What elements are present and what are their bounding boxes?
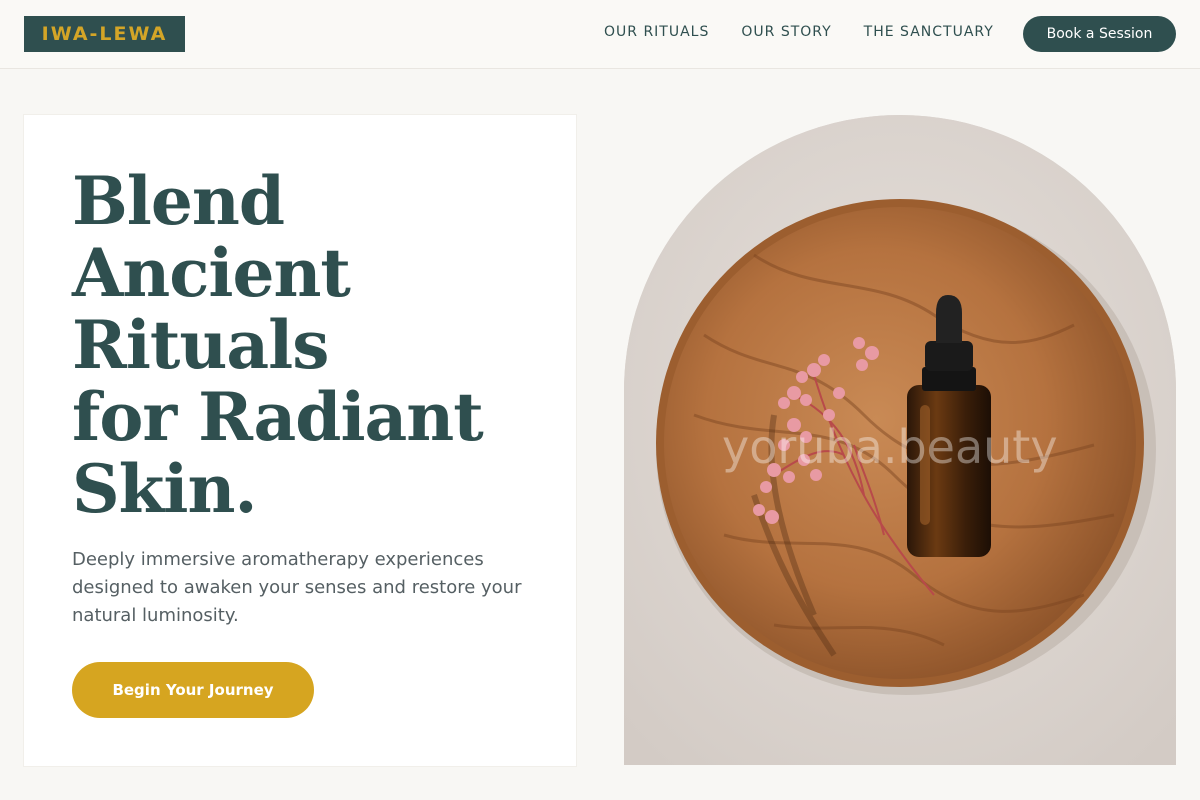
book-session-button[interactable]: Book a Session [1023, 16, 1176, 52]
brand-logo[interactable]: IWA-LEWA [24, 16, 185, 52]
nav-link-our-rituals[interactable]: OUR RITUALS [604, 24, 709, 40]
nav-link-the-sanctuary[interactable]: THE SANCTUARY [864, 24, 994, 40]
hero-title-line: Ancient [72, 234, 351, 312]
hero-title-line: Blend [72, 162, 285, 240]
hero-card: Blend Ancient Rituals for Radiant Skin. … [24, 115, 576, 766]
hero-title-line: Rituals [72, 306, 329, 384]
nav-link-our-story[interactable]: OUR STORY [741, 24, 831, 40]
hero-product-image: yoruba.beauty [624, 115, 1176, 765]
hero-subtitle: Deeply immersive aromatherapy experience… [72, 549, 522, 626]
serum-bottle-on-wooden-plate-illustration [624, 115, 1176, 765]
begin-journey-button[interactable]: Begin Your Journey [72, 662, 314, 718]
main-nav: OUR RITUALS OUR STORY THE SANCTUARY [604, 0, 994, 64]
hero-title: Blend Ancient Rituals for Radiant Skin. [72, 165, 552, 525]
hero-title-line: for Radiant [72, 378, 484, 456]
hero-title-line: Skin. [72, 450, 257, 528]
site-header: IWA-LEWA OUR RITUALS OUR STORY THE SANCT… [0, 0, 1200, 69]
